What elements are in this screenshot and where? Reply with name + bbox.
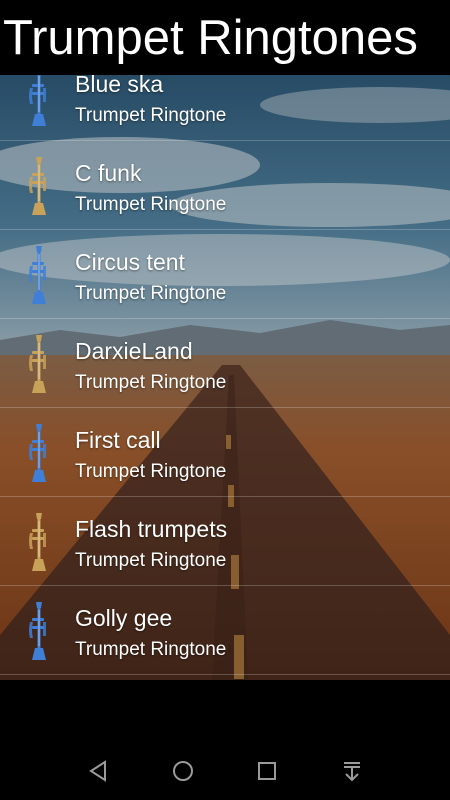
- ringtone-name: Blue ska: [75, 75, 164, 97]
- ringtone-subtitle: Trumpet Ringtone: [75, 639, 227, 660]
- list-item[interactable]: Blue ska Trumpet Ringtone: [0, 75, 450, 141]
- trumpet-gold-icon: [26, 333, 54, 395]
- trumpet-gold-icon: [26, 155, 54, 217]
- list-item[interactable]: Flash trumpets Trumpet Ringtone: [0, 497, 450, 586]
- list-item[interactable]: C funk Trumpet Ringtone: [0, 141, 450, 230]
- trumpet-blue-icon: [26, 75, 54, 128]
- system-navigation-bar: [0, 740, 450, 800]
- ringtone-subtitle: Trumpet Ringtone: [75, 283, 227, 304]
- ringtone-name: First call: [75, 427, 161, 453]
- back-icon[interactable]: [83, 756, 113, 786]
- trumpet-gold-icon: [26, 511, 54, 573]
- ringtone-name: DarxieLand: [75, 338, 193, 364]
- ringtone-subtitle: Trumpet Ringtone: [75, 550, 227, 571]
- ringtone-list: Blue ska Trumpet Ringtone C funk Trumpet Ri…: [0, 75, 450, 675]
- ringtone-subtitle: Trumpet Ringtone: [75, 461, 227, 482]
- trumpet-blue-icon: [26, 600, 54, 662]
- app-header: Trumpet Ringtones: [0, 0, 450, 75]
- list-item[interactable]: DarxieLand Trumpet Ringtone: [0, 319, 450, 408]
- ringtone-name: Golly gee: [75, 605, 173, 631]
- ringtone-subtitle: Trumpet Ringtone: [75, 194, 227, 215]
- list-item[interactable]: First call Trumpet Ringtone: [0, 408, 450, 497]
- trumpet-blue-icon: [26, 422, 54, 484]
- ringtone-name: C funk: [75, 160, 142, 186]
- recents-icon[interactable]: [252, 756, 282, 786]
- list-item[interactable]: Golly gee Trumpet Ringtone: [0, 586, 450, 675]
- ringtone-subtitle: Trumpet Ringtone: [75, 372, 227, 393]
- notification-pull-icon[interactable]: [337, 756, 367, 786]
- ringtone-name: Circus tent: [75, 249, 185, 275]
- app-title: Trumpet Ringtones: [3, 11, 418, 65]
- list-item[interactable]: Circus tent Trumpet Ringtone: [0, 230, 450, 319]
- ringtone-list-area[interactable]: Blue ska Trumpet Ringtone C funk Trumpet Ri…: [0, 75, 450, 680]
- trumpet-blue-icon: [26, 244, 54, 306]
- ringtone-subtitle: Trumpet Ringtone: [75, 105, 227, 126]
- home-icon[interactable]: [168, 756, 198, 786]
- ringtone-name: Flash trumpets: [75, 516, 228, 542]
